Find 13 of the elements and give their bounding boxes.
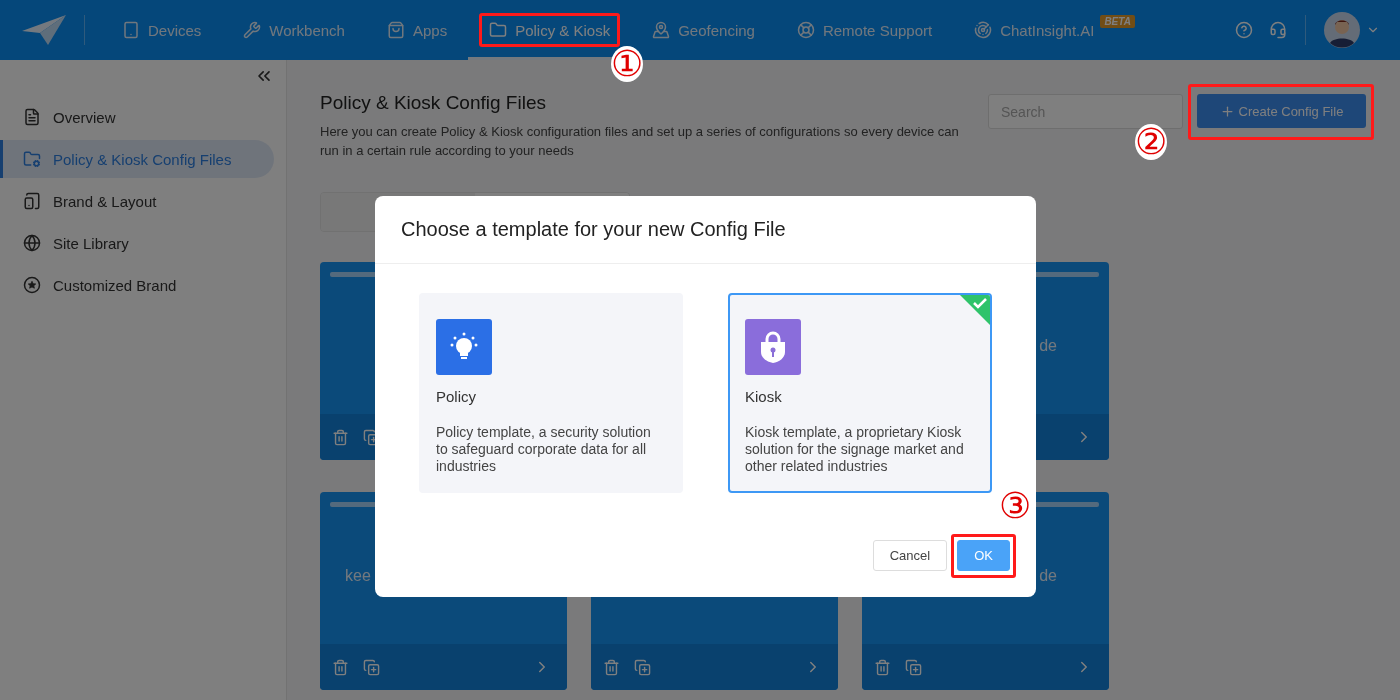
card-title: de bbox=[1039, 336, 1057, 355]
template-description: Policy template, a security solution to safeguard corporate data for all industries bbox=[436, 424, 652, 475]
card-title: kee bbox=[345, 566, 371, 585]
template-name: Kiosk bbox=[745, 388, 783, 405]
annotation-number: ② bbox=[1135, 124, 1167, 160]
annotation-number: ① bbox=[611, 46, 644, 82]
page-title: Policy & Kiosk Config Files bbox=[320, 92, 547, 114]
page-description: Here you can create Policy & Kiosk configuration files and set up a series of configurations so every device can run in a certain rule according to your needs bbox=[320, 123, 960, 160]
beta-badge: BETA bbox=[1100, 15, 1135, 28]
template-name: Policy bbox=[436, 388, 477, 405]
card-title: de bbox=[1039, 566, 1057, 585]
template-description: Kiosk template, a proprietary Kiosk solution for the signage market and other related industries bbox=[745, 424, 965, 475]
dialog-title: Choose a template for your new Config File bbox=[375, 196, 1036, 264]
